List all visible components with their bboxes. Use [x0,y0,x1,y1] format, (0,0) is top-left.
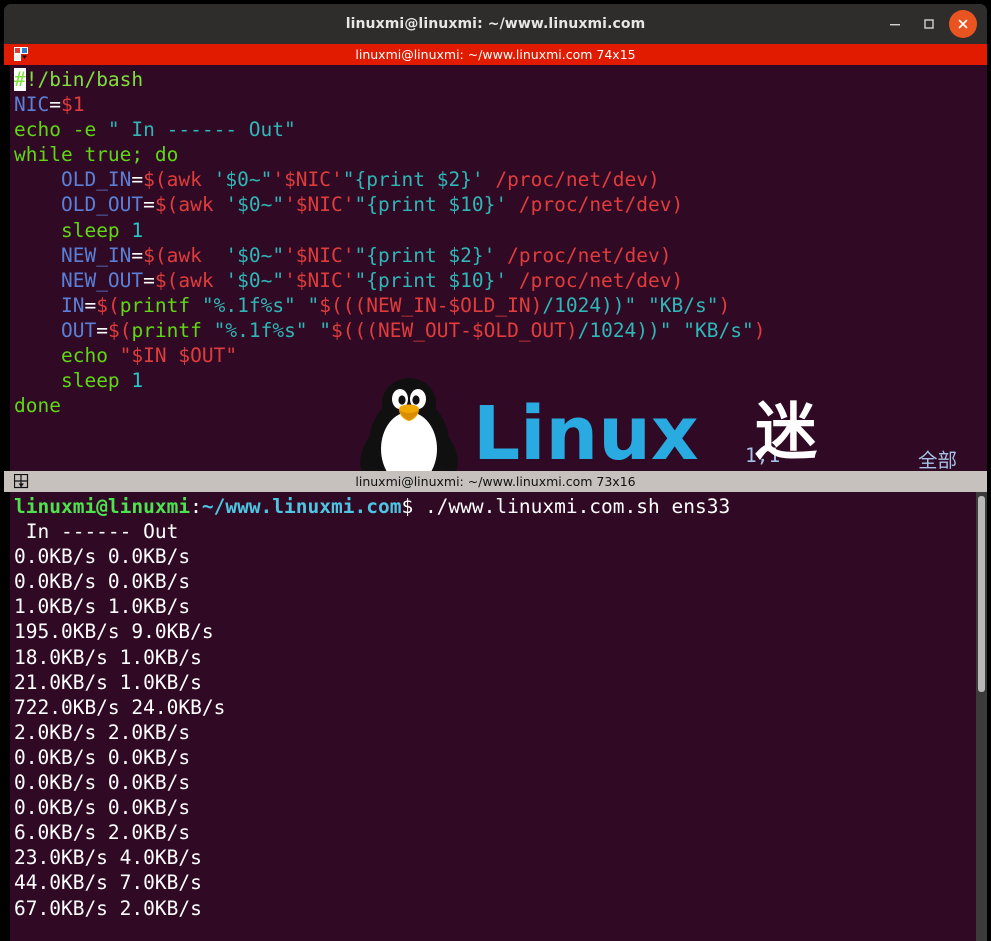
terminal-panes: linuxmi@linuxmi: ~/www.linuxmi.com 74x15… [4,44,987,941]
shell-prompt-line: linuxmi@linuxmi:~/www.linuxmi.com$ ./www… [14,495,730,518]
window-title: linuxmi@linuxmi: ~/www.linuxmi.com [345,16,646,32]
shell-output-pane[interactable]: linuxmi@linuxmi:~/www.linuxmi.com$ ./www… [4,492,987,941]
pane-title-output: linuxmi@linuxmi: ~/www.linuxmi.com 73x16 [355,474,636,489]
script-line-sleep-1: sleep 1 [60,218,144,242]
script-line-old-out: OLD_OUT=$(awk '$0~"'$NIC'"{print $10}' /… [60,193,684,217]
script-line-new-out: NEW_OUT=$(awk '$0~"'$NIC'"{print $10}' /… [60,268,684,292]
close-button[interactable] [949,10,977,38]
output-rows: 0.0KB/s 0.0KB/s 0.0KB/s 0.0KB/s 1.0KB/s … [14,545,226,920]
pane-titlebar-output[interactable]: linuxmi@linuxmi: ~/www.linuxmi.com 73x16 [4,471,987,492]
vim-scroll-percent: 全部 [918,449,958,471]
script-line-old-in: OLD_IN=$(awk '$0~"'$NIC'"{print $2}' /pr… [60,168,660,192]
pane-title-editor: linuxmi@linuxmi: ~/www.linuxmi.com 74x15 [355,47,636,62]
script-line-done: done [14,394,61,418]
prompt-colon: : [190,495,202,518]
script-line-out-calc: OUT=$(printf "%.1f%s" "$(((NEW_OUT-$OLD_… [60,318,766,342]
script-line-nic: NIC=$1 [14,93,85,117]
pane-titlebar-editor[interactable]: linuxmi@linuxmi: ~/www.linuxmi.com 74x15 [4,44,987,65]
script-line-echo-header: echo -e " In ------ Out" [14,118,296,142]
script-line-sleep-2: sleep 1 [60,369,144,393]
prompt-dollar: $ [401,495,414,518]
script-source: #!/bin/bash NIC=$1 echo -e " In ------ O… [14,67,987,418]
vim-editor-pane[interactable]: #!/bin/bash NIC=$1 echo -e " In ------ O… [4,65,987,471]
vim-cursor: # [14,68,26,91]
script-line-in-calc: IN=$(printf "%.1f%s" "$(((NEW_IN-$OLD_IN… [60,293,731,317]
output-scrollbar[interactable] [976,492,987,941]
pane-layout-icon[interactable] [10,44,32,65]
prompt-path: ~/www.linuxmi.com [201,495,402,518]
minimize-button[interactable] [881,10,909,38]
terminal-window: linuxmi@linuxmi: ~/www.linuxmi.com linux… [4,4,987,941]
vim-cursor-position: 1,1 [745,444,781,467]
window-titlebar[interactable]: linuxmi@linuxmi: ~/www.linuxmi.com [4,4,987,45]
script-line-echo-values: echo "$IN $OUT" [60,344,238,368]
shell-output: linuxmi@linuxmi:~/www.linuxmi.com$ ./www… [14,494,987,921]
script-line-shebang: #!/bin/bash [14,68,144,91]
script-line-new-in: NEW_IN=$(awk '$0~"'$NIC'"{print $2}' /pr… [60,243,672,267]
close-icon [958,19,968,29]
window-controls [881,4,977,44]
script-line-while: while true; do [14,143,179,167]
shell-command: ./www.linuxmi.com.sh ens33 [413,495,731,518]
vim-status-line: 1,1 全部 [16,443,987,471]
output-header-row: In ------ Out [14,520,179,544]
output-scrollbar-thumb[interactable] [978,496,985,692]
pane-layout-icon-2[interactable] [10,471,32,492]
maximize-button[interactable] [915,10,943,38]
prompt-user-host: linuxmi@linuxmi [14,495,191,518]
